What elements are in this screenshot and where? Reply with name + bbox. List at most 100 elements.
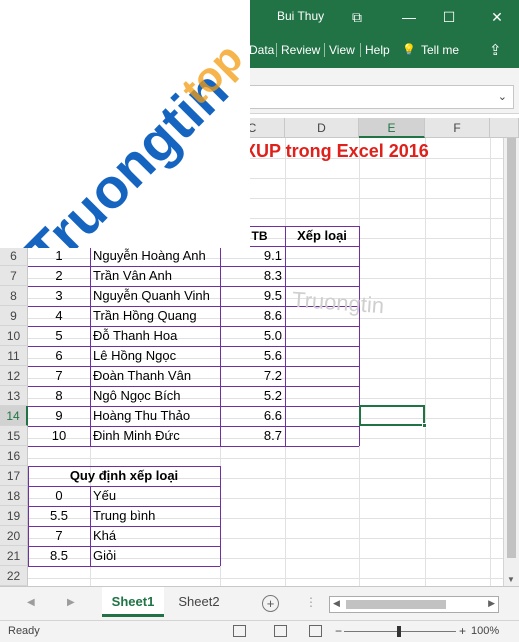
cell-stt[interactable]: 2 [28, 266, 90, 286]
row-header-14[interactable]: 14 [0, 406, 28, 426]
cell-rank-label[interactable]: Giỏi [90, 546, 220, 566]
vertical-scroll-thumb[interactable] [507, 138, 516, 558]
horizontal-scroll-thumb[interactable] [346, 600, 446, 609]
active-cell-e14[interactable] [359, 405, 427, 428]
zoom-out-icon[interactable]: − [335, 624, 342, 638]
page-break-preview-icon[interactable] [309, 625, 322, 637]
prev-sheet-icon[interactable]: ◀ [27, 597, 35, 608]
zoom-slider-knob[interactable] [397, 626, 401, 637]
cell-threshold[interactable]: 7 [28, 526, 90, 546]
lightbulb-icon[interactable]: 💡 [402, 43, 416, 56]
cell-score[interactable]: 8.6 [220, 306, 285, 326]
status-ready: Ready [8, 625, 40, 637]
cell-score[interactable]: 8.3 [220, 266, 285, 286]
cell-name[interactable]: Nguyễn Hoàng Anh [90, 246, 220, 266]
row-header-10[interactable]: 10 [0, 326, 28, 346]
row-header-11[interactable]: 11 [0, 346, 28, 366]
watermark-logo: Truongtin top [0, 0, 250, 248]
page-layout-icon[interactable] [274, 625, 287, 637]
fill-handle[interactable] [422, 423, 427, 428]
cell-score[interactable]: 9.1 [220, 246, 285, 266]
cell-name[interactable]: Trần Hồng Quang [90, 306, 220, 326]
zoom-level[interactable]: 100% [471, 625, 499, 637]
row-header-17[interactable]: 17 [0, 466, 28, 486]
tab-view[interactable]: View [324, 43, 355, 57]
cell-rank-label[interactable]: Yếu [90, 486, 220, 506]
cell-score[interactable]: 5.6 [220, 346, 285, 366]
tab-data[interactable]: Data [249, 43, 274, 57]
column-header-d[interactable]: D [285, 118, 359, 138]
row-header-15[interactable]: 15 [0, 426, 28, 446]
cell-name[interactable]: Nguyễn Quanh Vinh [90, 286, 220, 306]
scroll-down-icon[interactable]: ▼ [507, 575, 515, 584]
cell-name[interactable]: Lê Hồng Ngọc [90, 346, 220, 366]
column-header-e[interactable]: E [359, 118, 425, 138]
cell-stt[interactable]: 8 [28, 386, 90, 406]
tell-me-search[interactable]: Tell me [421, 43, 459, 57]
status-bar: Ready − + 100% [0, 620, 519, 642]
column-header-g[interactable] [490, 118, 519, 138]
scroll-left-icon[interactable]: ◀ [333, 598, 340, 609]
tab-sheet1[interactable]: Sheet1 [102, 587, 164, 617]
row-header-7[interactable]: 7 [0, 266, 28, 286]
cell-threshold[interactable]: 0 [28, 486, 90, 506]
column-header-f[interactable]: F [425, 118, 490, 138]
row-header-20[interactable]: 20 [0, 526, 28, 546]
user-name[interactable]: Bui Thuy [277, 9, 324, 23]
cell-rank-label[interactable]: Trung bình [90, 506, 220, 526]
cell-stt[interactable]: 5 [28, 326, 90, 346]
cell-score[interactable]: 5.0 [220, 326, 285, 346]
zoom-in-icon[interactable]: + [459, 624, 466, 638]
cell-threshold[interactable]: 8.5 [28, 546, 90, 566]
cell-stt[interactable]: 9 [28, 406, 90, 426]
cell-stt[interactable]: 10 [28, 426, 90, 446]
cell-name[interactable]: Đinh Minh Đức [90, 426, 220, 446]
cell-score[interactable]: 8.7 [220, 426, 285, 446]
cell-score[interactable]: 6.6 [220, 406, 285, 426]
row-header-19[interactable]: 19 [0, 506, 28, 526]
cell-stt[interactable]: 4 [28, 306, 90, 326]
cell-score[interactable]: 7.2 [220, 366, 285, 386]
cell-name[interactable]: Đỗ Thanh Hoa [90, 326, 220, 346]
maximize-button[interactable]: ☐ [437, 6, 461, 28]
close-button[interactable]: ✕ [485, 6, 509, 28]
row-header-8[interactable]: 8 [0, 286, 28, 306]
cell-rank-label[interactable]: Khá [90, 526, 220, 546]
minimize-button[interactable]: — [397, 6, 421, 28]
cell-name[interactable]: Đoàn Thanh Vân [90, 366, 220, 386]
share-icon[interactable]: ⇪ [489, 41, 502, 59]
cell-threshold[interactable]: 5.5 [28, 506, 90, 526]
row-header-18[interactable]: 18 [0, 486, 28, 506]
cell-name[interactable]: Ngô Ngọc Bích [90, 386, 220, 406]
cell-stt[interactable]: 1 [28, 246, 90, 266]
cell-name[interactable]: Hoàng Thu Thảo [90, 406, 220, 426]
cell-stt[interactable]: 7 [28, 366, 90, 386]
add-sheet-icon[interactable]: + [262, 595, 279, 612]
tab-help[interactable]: Help [360, 43, 390, 57]
normal-view-icon[interactable] [233, 625, 246, 637]
cell-stt[interactable]: 3 [28, 286, 90, 306]
row-header-22[interactable]: 22 [0, 566, 28, 586]
vertical-scrollbar[interactable]: ▼ [503, 138, 519, 586]
row-header-6[interactable]: 6 [0, 246, 28, 266]
cell-stt[interactable]: 6 [28, 346, 90, 366]
row-header-9[interactable]: 9 [0, 306, 28, 326]
row-header-13[interactable]: 13 [0, 386, 28, 406]
next-sheet-icon[interactable]: ▶ [67, 597, 75, 608]
row-header-16[interactable]: 16 [0, 446, 28, 466]
cell-score[interactable]: 9.5 [220, 286, 285, 306]
row-header-21[interactable]: 21 [0, 546, 28, 566]
ribbon-display-options-icon[interactable]: ⧉ [345, 6, 369, 28]
more-options-icon[interactable]: ⋮ [305, 595, 317, 609]
scroll-right-icon[interactable]: ▶ [488, 598, 495, 609]
cell-score[interactable]: 5.2 [220, 386, 285, 406]
horizontal-scrollbar[interactable]: ◀ ▶ [329, 596, 499, 613]
rank-rules-header[interactable]: Quy định xếp loại [28, 466, 220, 486]
header-rank[interactable]: Xếp loại [285, 226, 359, 246]
formula-input[interactable]: ⌄ [240, 85, 514, 109]
cell-name[interactable]: Trần Vân Anh [90, 266, 220, 286]
row-header-12[interactable]: 12 [0, 366, 28, 386]
tab-sheet2[interactable]: Sheet2 [170, 587, 228, 617]
expand-formula-bar-icon[interactable]: ⌄ [498, 90, 507, 103]
tab-review[interactable]: Review [276, 43, 320, 57]
